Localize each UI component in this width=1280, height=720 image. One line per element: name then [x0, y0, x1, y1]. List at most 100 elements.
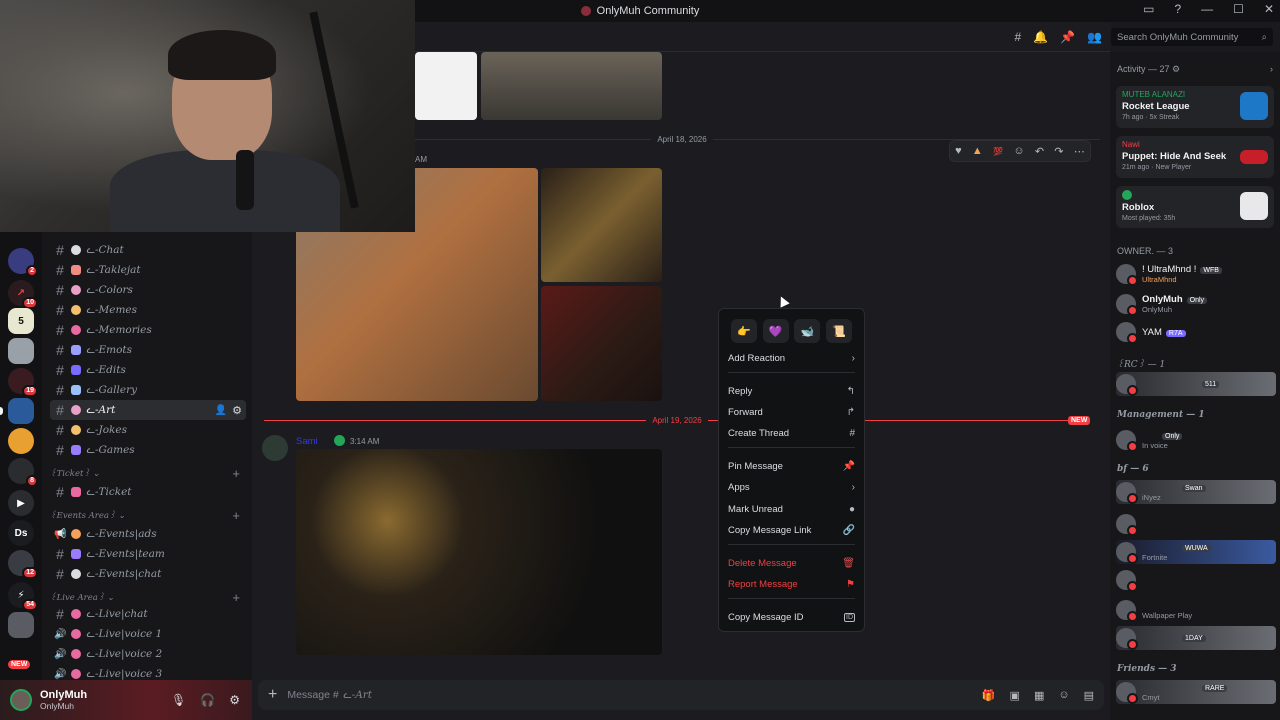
reply-icon[interactable]: ↶ — [1035, 145, 1044, 158]
member-item[interactable]: Swan iNyez — [1116, 480, 1276, 504]
help-icon[interactable]: ? — [1174, 2, 1181, 16]
user-avatar[interactable] — [10, 689, 32, 711]
member-item[interactable] — [1116, 512, 1276, 536]
channel-ticket[interactable]: # ᓚ-Ticket — [50, 482, 246, 502]
members-icon[interactable]: 👥 — [1087, 30, 1102, 44]
member-item[interactable]: WUWA Fortnite — [1116, 540, 1276, 564]
channel-jokes[interactable]: # ᓚ-Jokes — [50, 420, 246, 440]
member-item[interactable]: Wallpaper Play — [1116, 598, 1276, 622]
bell-icon[interactable]: 🔔 — [1033, 30, 1048, 44]
apps-icon[interactable]: ▤ — [1084, 689, 1094, 702]
search-input[interactable]: Search OnlyMuh Community ⌕ — [1111, 28, 1273, 46]
attach-plus-icon[interactable]: + — [268, 686, 277, 704]
channel-colors[interactable]: # ᓚ-Colors — [50, 280, 246, 300]
fire-reaction-icon[interactable]: ▲ — [972, 145, 983, 157]
pointing-emoji-icon[interactable]: 👉 — [731, 319, 757, 343]
menu-apps[interactable]: Apps › — [728, 478, 855, 496]
threads-icon[interactable]: # — [1014, 30, 1021, 44]
art-image-bottom-right[interactable] — [541, 286, 662, 401]
art-image-top-right[interactable] — [541, 168, 662, 282]
member-item[interactable]: Only In voice — [1116, 428, 1276, 452]
more-icon[interactable]: ⋯ — [1074, 145, 1085, 158]
server-icon[interactable]: ↗ 10 — [8, 280, 38, 309]
menu-copy-id[interactable]: Copy Message ID ID — [728, 608, 855, 626]
emoji-icon[interactable]: ☺ — [1058, 689, 1069, 702]
server-icon[interactable] — [8, 338, 34, 364]
menu-add-reaction[interactable]: Add Reaction › — [728, 349, 855, 367]
close-button[interactable]: ✕ — [1264, 2, 1274, 16]
channel-live-voice-2[interactable]: 🔊 ᓚ-Live|voice 2 — [50, 644, 246, 664]
gift-icon[interactable]: 🎁 — [982, 689, 996, 702]
channel-events-ads[interactable]: 📢 ᓚ-Events|ads — [50, 524, 246, 544]
server-icon[interactable]: Ds — [8, 520, 34, 546]
maximize-button[interactable]: ☐ — [1233, 2, 1244, 16]
heart-emoji-icon[interactable]: 💜 — [762, 319, 789, 343]
channel-live-voice-3[interactable]: 🔊 ᓚ-Live|voice 3 — [50, 664, 246, 680]
menu-create-thread[interactable]: Create Thread # — [728, 424, 855, 442]
category-events[interactable]: ꒰Events Area꒱ ⌄ + — [50, 509, 246, 524]
server-icon[interactable]: 2 — [8, 248, 38, 277]
settings-gear-icon[interactable]: ⚙ — [229, 693, 240, 707]
menu-pin-message[interactable]: Pin Message 📌 — [728, 457, 855, 475]
menu-copy-link[interactable]: Copy Message Link 🔗 — [728, 521, 855, 539]
invite-icon[interactable]: 👤 — [215, 405, 227, 416]
gif-icon[interactable]: ▣ — [1010, 689, 1020, 702]
channel-events-team[interactable]: # ᓚ-Events|team — [50, 544, 246, 564]
channel-events-chat[interactable]: # ᓚ-Events|chat — [50, 564, 246, 584]
channel-emots[interactable]: # ᓚ-Emots — [50, 340, 246, 360]
inbox-icon[interactable]: ▭ — [1143, 2, 1154, 16]
gear-icon[interactable]: ⚙ — [232, 404, 242, 417]
menu-reply[interactable]: Reply ↰ — [728, 382, 855, 400]
channel-memories[interactable]: # ᓚ-Memories — [50, 320, 246, 340]
sticker-icon[interactable]: ▦ — [1034, 689, 1044, 702]
server-icon[interactable] — [8, 398, 34, 424]
server-icon[interactable]: 19 — [8, 368, 38, 397]
scroll-emoji-icon[interactable]: 📜 — [825, 319, 852, 343]
microphone-icon[interactable]: 🎙 — [171, 693, 186, 707]
channel-chat[interactable]: # ᓚ-Chat — [50, 240, 246, 260]
channel-live-chat[interactable]: # ᓚ-Live|chat — [50, 604, 246, 624]
server-icon[interactable]: 12 — [8, 550, 38, 579]
add-reaction-icon[interactable]: ☺ — [1013, 145, 1024, 157]
activity-card[interactable]: Nawi Puppet: Hide And Seek 21m ago · New… — [1116, 136, 1274, 178]
channel-memes[interactable]: # ᓚ-Memes — [50, 300, 246, 320]
whale-emoji-icon[interactable]: 🐋 — [794, 319, 821, 343]
user-info[interactable]: OnlyMuh OnlyMuh — [40, 689, 87, 711]
sketch-image[interactable] — [415, 52, 477, 120]
member-item[interactable] — [1116, 568, 1276, 592]
add-channel-icon[interactable]: + — [232, 509, 240, 524]
channel-taklejat[interactable]: # ᓚ-Taklejat — [50, 260, 246, 280]
member-item[interactable]: 511 — [1116, 372, 1276, 396]
server-icon[interactable]: ⚡ 54 — [8, 582, 38, 611]
server-icon[interactable]: ▶ — [8, 490, 34, 516]
channel-gallery[interactable]: # ᓚ-Gallery — [50, 380, 246, 400]
member-item[interactable]: 1DAY — [1116, 626, 1276, 650]
heart-reaction-icon[interactable]: ♥ — [955, 145, 962, 157]
activity-card[interactable]: Roblox Most played: 35h — [1116, 186, 1274, 228]
server-icon[interactable] — [8, 428, 34, 454]
channel-edits[interactable]: # ᓚ-Edits — [50, 360, 246, 380]
chevron-right-icon[interactable]: › — [1270, 64, 1273, 75]
headphones-icon[interactable]: 🎧 — [200, 693, 215, 707]
server-icon[interactable] — [8, 612, 34, 638]
add-channel-icon[interactable]: + — [232, 467, 240, 482]
message-avatar[interactable] — [262, 435, 288, 461]
minimize-button[interactable]: — — [1201, 2, 1213, 16]
member-item[interactable]: ! UltraMhnd ! WFB UltraMhnd — [1116, 262, 1276, 286]
message-composer[interactable]: + Message # ᓚ-Art 🎁 ▣ ▦ ☺ ▤ — [258, 680, 1104, 710]
server-icon[interactable]: 5 — [8, 308, 34, 334]
menu-delete-message[interactable]: Delete Message 🗑 — [728, 554, 855, 572]
art-image-dark[interactable] — [296, 449, 662, 655]
activity-card[interactable]: MUTEB ALANAZI Rocket League 7h ago · 5x … — [1116, 86, 1274, 128]
server-icon[interactable]: 8 — [8, 458, 38, 487]
channel-games[interactable]: # ᓚ-Games — [50, 440, 246, 460]
forward-icon[interactable]: ↷ — [1054, 145, 1063, 158]
menu-mark-unread[interactable]: Mark Unread ● — [728, 500, 855, 518]
member-item[interactable]: YAM R7A — [1116, 320, 1276, 344]
channel-art[interactable]: # ᓚ-Art 👤 ⚙ — [50, 400, 246, 420]
menu-forward[interactable]: Forward ↱ — [728, 403, 855, 421]
hundred-reaction-icon[interactable]: 💯 — [993, 147, 1003, 156]
pin-icon[interactable]: 📌 — [1060, 30, 1075, 44]
member-item[interactable]: OnlyMuh Only OnlyMuh — [1116, 292, 1276, 316]
channel-live-voice-1[interactable]: 🔊 ᓚ-Live|voice 1 — [50, 624, 246, 644]
